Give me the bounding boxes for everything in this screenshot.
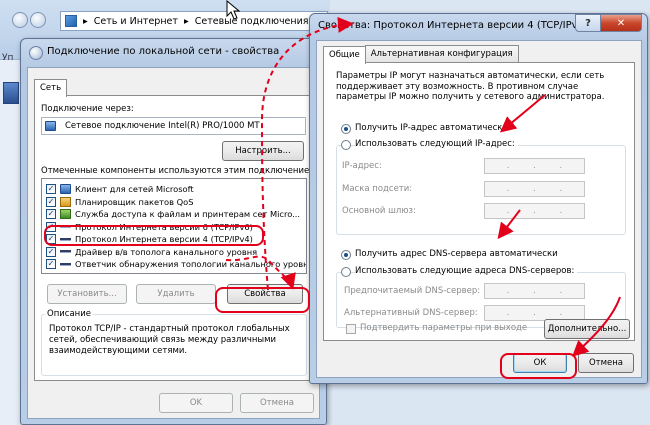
component-label: Клиент для сетей Microsoft <box>75 184 194 195</box>
tab-panel: Параметры IP могут назначаться автоматич… <box>323 62 635 341</box>
preferred-dns-field[interactable]: ... <box>484 283 585 299</box>
forward-button[interactable] <box>30 12 46 28</box>
component-item[interactable]: ✓ Клиент для сетей Microsoft <box>42 183 306 196</box>
auto-dns-label: Получить адрес DNS-сервера автоматически <box>355 249 558 259</box>
close-button[interactable]: ✕ <box>600 14 642 32</box>
component-label: Драйвер в/в тополога канального уровня <box>75 246 258 257</box>
window-client: Общие Альтернативная конфигурация Параме… <box>316 40 642 378</box>
network-client-icon <box>60 184 71 195</box>
tab-network[interactable]: Сеть <box>34 79 68 97</box>
advanced-button[interactable]: Дополнительно... <box>544 319 630 339</box>
manual-dns-radio[interactable] <box>341 267 351 277</box>
component-item[interactable]: ✓ Служба доступа к файлам и принтерам се… <box>42 208 306 221</box>
subnet-mask-label: Маска подсети: <box>342 184 413 194</box>
checkbox-icon[interactable]: ✓ <box>46 259 56 270</box>
preferred-dns-label: Предпочитаемый DNS-сервер: <box>344 286 481 296</box>
file-share-icon <box>60 209 71 220</box>
highlight-ipv4-item <box>44 225 264 246</box>
component-label: Служба доступа к файлам и принтерам сет … <box>75 209 301 220</box>
qos-icon <box>60 196 71 207</box>
validate-checkbox[interactable] <box>346 324 356 334</box>
alternate-dns-label: Альтернативный DNS-сервер: <box>344 308 478 318</box>
network-folder-icon <box>65 15 77 27</box>
protocol-icon <box>60 262 71 266</box>
checkbox-icon[interactable]: ✓ <box>46 209 56 220</box>
component-item[interactable]: ✓ Драйвер в/в тополога канального уровня <box>42 246 306 259</box>
network-icon <box>29 46 43 60</box>
breadcrumb-item[interactable]: Сетевые подключения <box>195 16 309 27</box>
adapter-field: Сетевое подключение Intel(R) PRO/1000 MT <box>41 117 306 135</box>
cancel-button[interactable]: Отмена <box>240 393 314 413</box>
ipv4-properties-window: Свойства: Протокол Интернета версии 4 (T… <box>309 13 648 384</box>
remove-button[interactable]: Удалить <box>136 284 216 304</box>
component-label: Ответчик обнаружения топологии канальног… <box>75 259 307 270</box>
manual-dns-label: Использовать следующие адреса DNS-сервер… <box>355 266 578 276</box>
cancel-button[interactable]: Отмена <box>578 353 634 373</box>
help-button[interactable]: ? <box>575 14 601 32</box>
explorer-left-label: Уп <box>2 53 14 63</box>
subnet-mask-field[interactable]: ... <box>484 181 585 197</box>
checkbox-icon[interactable]: ✓ <box>46 246 56 257</box>
ip-address-field[interactable]: ... <box>484 158 585 174</box>
breadcrumb-item[interactable]: Сеть и Интернет <box>94 16 178 27</box>
checkbox-icon[interactable]: ✓ <box>46 184 56 195</box>
install-button[interactable]: Установить... <box>47 284 127 304</box>
window-title: Подключение по локальной сети - свойства <box>47 46 280 57</box>
mouse-cursor-icon <box>226 0 240 20</box>
validate-label: Подтвердить параметры при выходе <box>360 323 528 333</box>
description-label: Описание <box>45 309 93 319</box>
gateway-field[interactable]: ... <box>484 203 585 219</box>
protocol-icon <box>60 250 71 254</box>
component-label: Планировщик пакетов QoS <box>75 196 194 207</box>
back-button[interactable] <box>12 12 28 28</box>
manual-ip-label: Использовать следующий IP-адрес: <box>355 139 518 149</box>
highlight-ok-button <box>500 353 577 379</box>
auto-ip-radio[interactable] <box>341 124 351 134</box>
intro-text: Параметры IP могут назначаться автоматич… <box>336 71 605 102</box>
component-item[interactable]: ✓ Планировщик пакетов QoS <box>42 196 306 209</box>
checkbox-icon[interactable]: ✓ <box>46 196 56 207</box>
breadcrumb-sep-icon: ▸ <box>183 15 189 27</box>
auto-dns-radio[interactable] <box>341 250 351 260</box>
tab-general[interactable]: Общие <box>323 46 366 64</box>
tab-alternate-config[interactable]: Альтернативная конфигурация <box>364 45 519 63</box>
address-bar[interactable]: ▸ Сеть и Интернет ▸ Сетевые подключения <box>60 11 328 31</box>
auto-ip-label: Получить IP-адрес автоматически <box>355 123 508 133</box>
window-title: Свойства: Протокол Интернета версии 4 (T… <box>318 20 588 31</box>
gateway-label: Основной шлюз: <box>342 206 416 216</box>
adapter-icon <box>45 121 56 131</box>
connect-using-label: Подключение через: <box>41 104 134 114</box>
ok-button[interactable]: OK <box>159 393 233 413</box>
tab-strip: Общие Альтернативная конфигурация <box>323 45 519 64</box>
highlight-properties-button <box>215 287 310 313</box>
configure-button[interactable]: Настроить... <box>222 141 304 161</box>
description-text: Протокол TCP/IP - стандартный протокол г… <box>49 324 290 356</box>
breadcrumb-sep-icon: ▸ <box>83 15 88 27</box>
adapter-name: Сетевое подключение Intel(R) PRO/1000 MT <box>65 121 260 131</box>
component-item[interactable]: ✓ Ответчик обнаружения топологии канальн… <box>42 258 306 271</box>
ip-address-label: IP-адрес: <box>342 161 382 171</box>
manual-ip-radio[interactable] <box>341 140 351 150</box>
tab-strip: Сеть <box>34 78 68 97</box>
monitor-icon <box>3 82 19 104</box>
components-label: Отмеченные компоненты используются этим … <box>41 166 319 176</box>
